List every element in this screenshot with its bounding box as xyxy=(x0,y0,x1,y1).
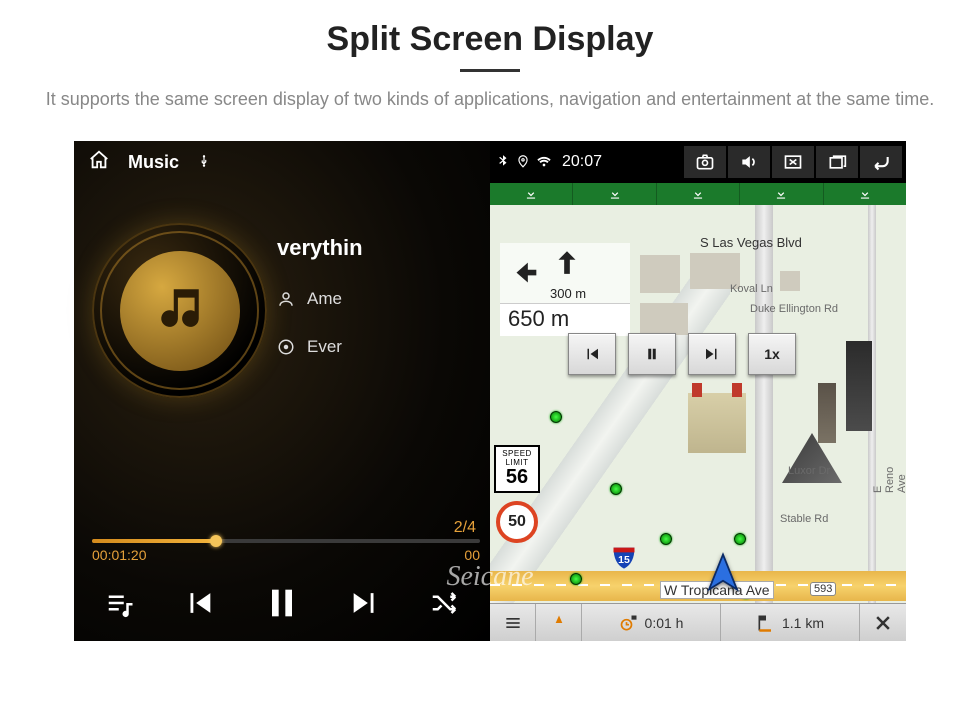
disc-icon xyxy=(277,338,295,356)
music-panel: Music verythin Ame xyxy=(74,141,490,641)
sim-controls: 1x xyxy=(568,333,796,375)
device-screenshot: Music verythin Ame xyxy=(74,141,906,641)
sim-pause-button[interactable] xyxy=(628,333,676,375)
track-album: Ever xyxy=(307,337,342,357)
usb-icon xyxy=(197,154,211,171)
street-label: Koval Ln xyxy=(730,283,773,295)
track-title: verythin xyxy=(277,235,490,261)
download-indicator xyxy=(490,183,572,205)
page-title: Split Screen Display xyxy=(40,20,940,59)
traffic-light-icon xyxy=(610,483,622,495)
track-album-row: Ever xyxy=(277,337,490,357)
back-button[interactable] xyxy=(860,146,902,178)
next-track-button[interactable] xyxy=(348,586,382,620)
shuffle-button[interactable] xyxy=(429,588,459,618)
street-label: E Reno Ave xyxy=(872,459,906,493)
music-note-icon xyxy=(155,283,205,338)
playlist-button[interactable] xyxy=(105,588,135,618)
close-window-button[interactable] xyxy=(772,146,814,178)
current-speed: 50 xyxy=(496,501,538,543)
statusbar-right: 20:07 xyxy=(490,141,906,183)
track-counter: 2/4 xyxy=(92,519,480,537)
statusbar-left: Music xyxy=(74,141,490,183)
map-building xyxy=(818,383,836,443)
album-art xyxy=(92,223,267,398)
clock: 20:07 xyxy=(562,153,602,171)
sim-prev-button[interactable] xyxy=(568,333,616,375)
recents-button[interactable] xyxy=(816,146,858,178)
traffic-light-icon xyxy=(570,573,582,585)
nav-eta-value: 0:01 h xyxy=(645,615,684,631)
sim-speed-button[interactable]: 1x xyxy=(748,333,796,375)
volume-button[interactable] xyxy=(728,146,770,178)
nav-orientation-button[interactable] xyxy=(536,604,582,641)
nav-bottombar: 0:01 h 1.1 km xyxy=(490,603,906,641)
traffic-light-icon xyxy=(660,533,672,545)
download-bar xyxy=(490,183,906,205)
prev-track-button[interactable] xyxy=(182,586,216,620)
time-total: 00 xyxy=(464,547,480,563)
map-building xyxy=(780,271,800,291)
home-icon[interactable] xyxy=(88,149,110,176)
download-indicator xyxy=(656,183,739,205)
traffic-light-icon xyxy=(550,411,562,423)
seek-bar[interactable] xyxy=(92,539,480,543)
traffic-light-icon xyxy=(734,533,746,545)
turn-hud: 300 m 650 m xyxy=(500,243,630,336)
map-building xyxy=(846,341,872,431)
download-indicator xyxy=(572,183,655,205)
nav-menu-button[interactable] xyxy=(490,604,536,641)
pause-button[interactable] xyxy=(262,583,302,623)
page-subtitle: It supports the same screen display of t… xyxy=(40,86,940,113)
music-controls xyxy=(74,569,490,641)
clock-flag-icon xyxy=(619,613,639,633)
map-building xyxy=(640,255,680,293)
nav-distance[interactable]: 1.1 km xyxy=(721,604,860,641)
track-artist: Ame xyxy=(307,289,342,309)
street-label: Luxor Dr xyxy=(788,465,830,477)
interstate-shield-icon: 15 xyxy=(610,543,638,571)
nav-panel: 20:07 xyxy=(490,141,906,641)
speed-limit-value: 56 xyxy=(496,467,538,487)
download-indicator xyxy=(739,183,822,205)
map-building xyxy=(640,303,688,335)
turn-up-icon xyxy=(550,247,584,281)
map-canvas[interactable]: S Las Vegas Blvd Koval Ln Duke Ellington… xyxy=(490,183,906,641)
title-underline xyxy=(460,69,520,72)
sim-next-button[interactable] xyxy=(688,333,736,375)
wifi-icon xyxy=(536,153,552,172)
route-shield: 593 xyxy=(810,582,836,596)
app-label: Music xyxy=(128,152,179,173)
time-elapsed: 00:01:20 xyxy=(92,547,147,563)
vehicle-cursor-icon xyxy=(702,551,744,598)
nav-eta[interactable]: 0:01 h xyxy=(582,604,721,641)
nav-distance-value: 1.1 km xyxy=(782,615,824,631)
street-label: Stable Rd xyxy=(780,513,828,525)
download-indicator xyxy=(823,183,906,205)
turn-left-icon xyxy=(508,257,542,291)
distance-flag-icon xyxy=(756,613,776,633)
nav-close-button[interactable] xyxy=(860,604,906,641)
track-artist-row: Ame xyxy=(277,289,490,309)
next-turn-distance: 300 m xyxy=(550,286,586,301)
person-icon xyxy=(277,290,295,308)
bluetooth-icon xyxy=(496,154,510,171)
speed-limit-label: SPEED xyxy=(496,449,538,458)
turn-distance: 650 m xyxy=(500,303,630,336)
location-icon xyxy=(516,154,530,171)
street-label: Duke Ellington Rd xyxy=(750,303,838,315)
street-label: S Las Vegas Blvd xyxy=(700,235,802,250)
speed-limit-sign: SPEED LIMIT 56 xyxy=(494,445,540,493)
screenshot-button[interactable] xyxy=(684,146,726,178)
map-building-excalibur xyxy=(688,393,746,453)
svg-text:15: 15 xyxy=(618,554,630,566)
